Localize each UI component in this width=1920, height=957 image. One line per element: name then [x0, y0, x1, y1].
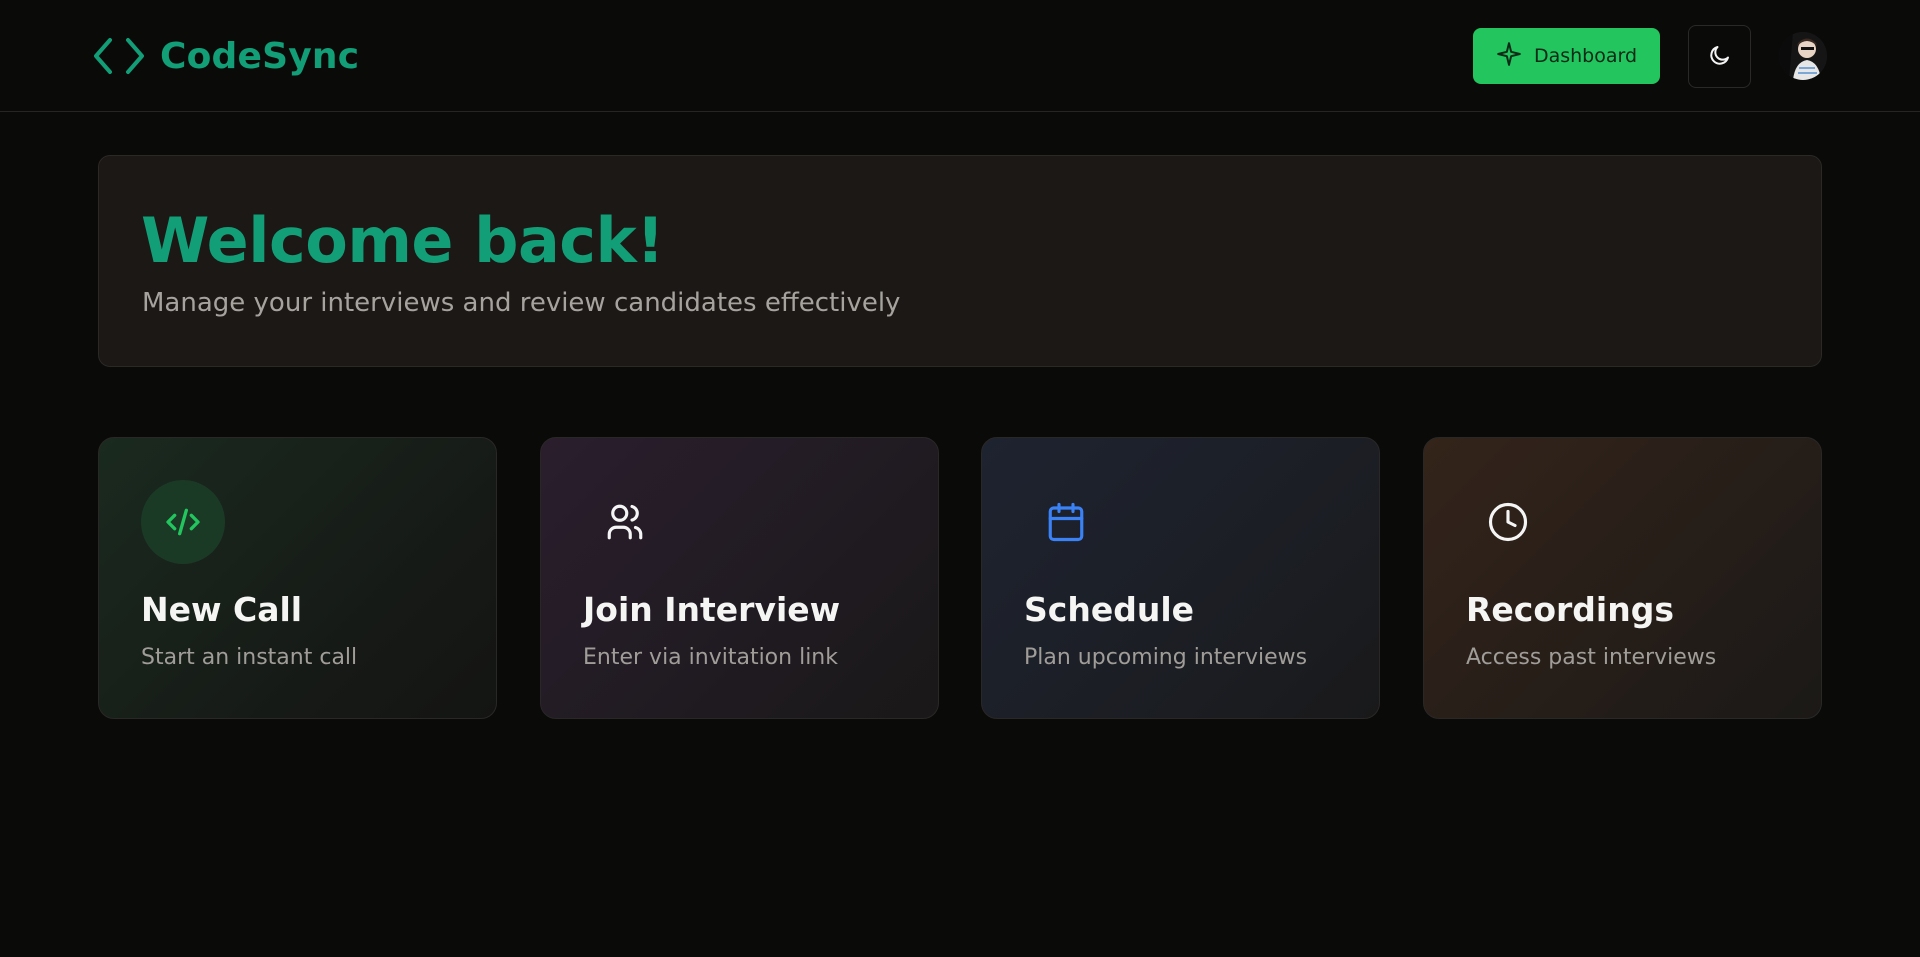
card-title: New Call: [141, 590, 303, 629]
welcome-title: Welcome back!: [141, 204, 665, 277]
card-title: Recordings: [1466, 590, 1674, 629]
dashboard-button[interactable]: Dashboard: [1473, 28, 1660, 84]
new-call-card[interactable]: New Call Start an instant call: [98, 437, 497, 719]
join-interview-card[interactable]: Join Interview Enter via invitation link: [540, 437, 939, 719]
card-description: Access past interviews: [1466, 645, 1717, 670]
welcome-banner: Welcome back! Manage your interviews and…: [98, 155, 1822, 367]
moon-icon: [1708, 43, 1732, 70]
schedule-card[interactable]: Schedule Plan upcoming interviews: [981, 437, 1380, 719]
clock-icon: [1466, 480, 1550, 564]
welcome-subtitle: Manage your interviews and review candid…: [142, 288, 901, 318]
card-title: Join Interview: [583, 590, 841, 629]
user-avatar[interactable]: [1779, 32, 1827, 80]
dashboard-label: Dashboard: [1533, 45, 1638, 67]
card-title: Schedule: [1024, 590, 1195, 629]
brand-name: CodeSync: [160, 35, 360, 77]
card-description: Enter via invitation link: [583, 645, 838, 670]
card-description: Plan upcoming interviews: [1024, 645, 1308, 670]
theme-toggle-button[interactable]: [1688, 25, 1751, 88]
card-description: Start an instant call: [141, 645, 358, 670]
recordings-card[interactable]: Recordings Access past interviews: [1423, 437, 1822, 719]
code-icon: [141, 480, 225, 564]
users-icon: [583, 480, 667, 564]
top-navbar: CodeSync Dashboard: [0, 0, 1920, 112]
calendar-icon: [1024, 480, 1108, 564]
code-brackets-icon: [92, 36, 146, 76]
sparkle-icon: [1496, 41, 1522, 72]
brand-logo-link[interactable]: CodeSync: [92, 32, 359, 80]
